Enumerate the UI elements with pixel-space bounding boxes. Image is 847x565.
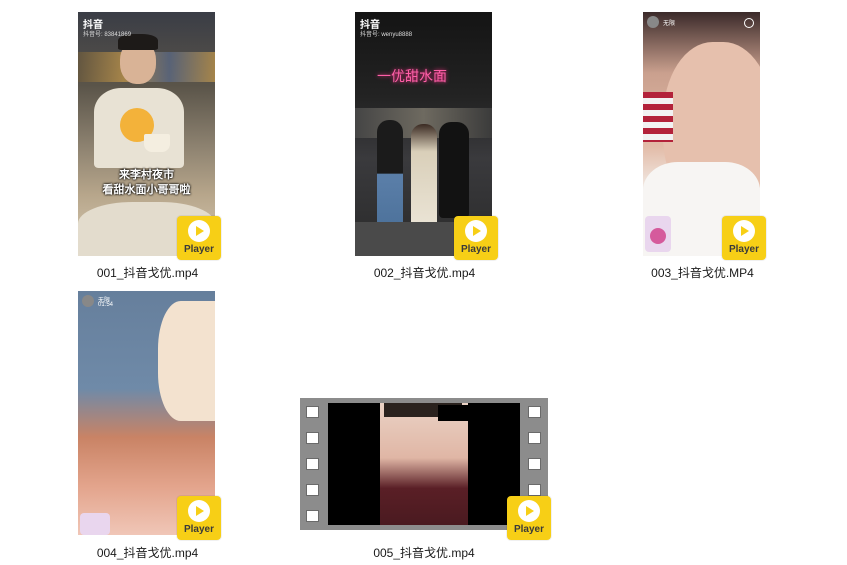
file-tile-002[interactable]: 一优甜水面 抖音 抖音号: wenyu8888 Player 002_抖音戈优.… xyxy=(347,8,502,288)
file-tile-004[interactable]: 无限 01:54 Player 004_抖音戈优.mp4 xyxy=(70,287,225,565)
redaction-block xyxy=(438,405,468,421)
player-badge[interactable]: Player xyxy=(507,496,551,540)
film-hole xyxy=(306,406,319,418)
film-hole xyxy=(306,484,319,496)
arm-blur xyxy=(158,301,215,421)
film-frame xyxy=(328,403,520,525)
film-hole xyxy=(306,510,319,522)
file-name-label[interactable]: 003_抖音戈优.MP4 xyxy=(625,264,780,281)
flag-stripes xyxy=(643,92,673,142)
user-label: 无限 xyxy=(663,21,676,27)
account-id: 抖音号: wenyu8888 xyxy=(360,32,413,38)
player-badge-label: Player xyxy=(183,524,215,535)
person-left xyxy=(377,120,403,238)
player-badge[interactable]: Player xyxy=(722,216,766,260)
person-right xyxy=(439,122,469,218)
play-icon xyxy=(518,500,540,522)
film-hole xyxy=(306,458,319,470)
play-icon xyxy=(188,220,210,242)
avatar-sticker xyxy=(80,513,110,535)
player-badge-label: Player xyxy=(183,244,215,255)
file-name-label[interactable]: 002_抖音戈优.mp4 xyxy=(347,264,502,281)
face-video xyxy=(380,403,468,525)
user-avatar xyxy=(82,295,94,307)
file-name-label[interactable]: 001_抖音戈优.mp4 xyxy=(70,264,225,281)
person-middle xyxy=(411,124,437,234)
neon-sign: 一优甜水面 xyxy=(377,68,447,84)
video-caption-line1: 来李村夜市 xyxy=(119,169,174,181)
time-label: 01:54 xyxy=(98,302,114,308)
play-icon xyxy=(465,220,487,242)
film-hole xyxy=(528,484,541,496)
settings-icon xyxy=(744,18,754,28)
player-badge-label: Player xyxy=(460,244,492,255)
player-badge[interactable]: Player xyxy=(177,496,221,540)
player-badge-label: Player xyxy=(728,244,760,255)
video-caption-line2: 看甜水面小哥哥啦 xyxy=(102,184,191,196)
user-avatar xyxy=(647,16,659,28)
film-hole xyxy=(528,406,541,418)
bowl xyxy=(144,134,170,152)
file-tile-005[interactable]: Player 005_抖音戈优.mp4 xyxy=(298,395,556,565)
play-icon xyxy=(188,500,210,522)
player-badge-label: Player xyxy=(513,524,545,535)
file-tile-001[interactable]: 抖音 抖音号: 83841869 来李村夜市 看甜水面小哥哥啦 Player 0… xyxy=(70,8,225,288)
film-hole xyxy=(306,432,319,444)
file-name-label[interactable]: 004_抖音戈优.mp4 xyxy=(70,544,225,561)
film-hole xyxy=(528,458,541,470)
account-id: 抖音号: 83841869 xyxy=(83,32,132,38)
file-name-label[interactable]: 005_抖音戈优.mp4 xyxy=(298,544,550,561)
player-badge[interactable]: Player xyxy=(454,216,498,260)
pink-face-icon xyxy=(650,228,666,244)
film-hole xyxy=(528,432,541,444)
play-icon xyxy=(733,220,755,242)
avatar-sticker xyxy=(645,216,671,252)
file-tile-003[interactable]: 无限 Player 003_抖音戈优.MP4 xyxy=(635,8,790,288)
player-badge[interactable]: Player xyxy=(177,216,221,260)
